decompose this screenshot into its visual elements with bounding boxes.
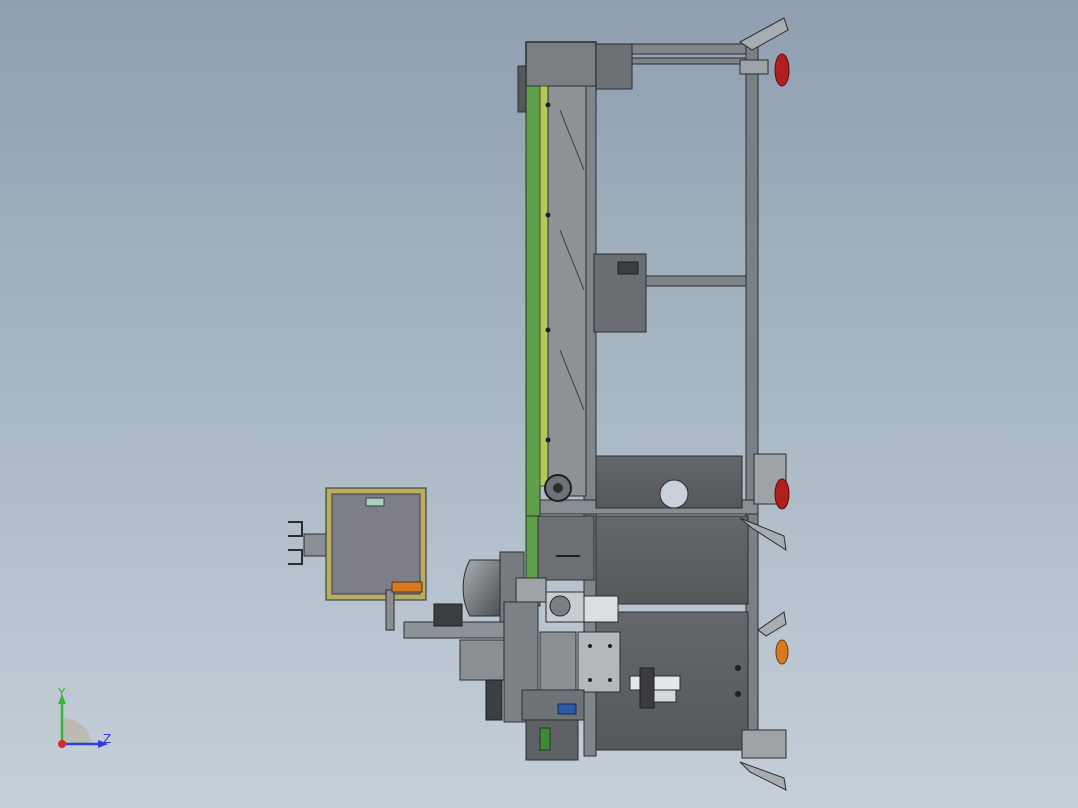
triad-y-label: Y xyxy=(58,686,66,700)
axis-triad xyxy=(58,694,108,748)
triad-z-label: Z xyxy=(103,732,112,746)
control-box xyxy=(288,487,427,631)
machine-model[interactable] xyxy=(0,0,1078,808)
cad-viewport[interactable]: Y Z xyxy=(0,0,1078,808)
